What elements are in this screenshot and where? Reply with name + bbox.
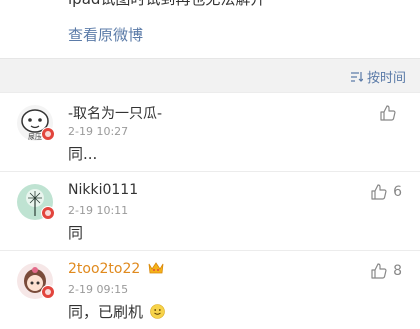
- like-count: 8: [393, 263, 402, 279]
- comment-time: 2-19 10:11: [68, 204, 129, 217]
- comment-item: 2too2to22 2-19 09:15 同，已刷机 8: [0, 250, 420, 329]
- sort-by-time-button[interactable]: 按时间: [350, 67, 406, 86]
- comment-item: Nikki0111 2-19 10:11 同 6: [0, 171, 420, 250]
- comment-time: 2-19 10:27: [68, 125, 129, 138]
- like-button[interactable]: 6: [371, 184, 402, 200]
- comment-username: 2too2to22: [68, 261, 141, 277]
- comment-text-wrap: 同，已刷机: [68, 301, 165, 322]
- comment-sort-bar: 按时间: [0, 58, 420, 93]
- comment-item: 尿压 -取名为一只瓜- 2-19 10:27 同...: [0, 92, 420, 171]
- comment-list: 尿压 -取名为一只瓜- 2-19 10:27 同... Nikki0111 2-…: [0, 92, 420, 329]
- comment-time: 2-19 09:15: [68, 283, 129, 296]
- verified-badge-icon: [41, 206, 55, 220]
- comment-text: 同: [68, 224, 84, 242]
- view-original-weibo-link[interactable]: 查看原微博: [68, 24, 143, 45]
- smile-emoji-icon: [149, 304, 165, 319]
- thumbs-up-icon: [380, 105, 396, 121]
- verified-badge-icon: [41, 285, 55, 299]
- comment-username[interactable]: -取名为一只瓜-: [68, 103, 162, 123]
- vip-crown-icon: [148, 262, 164, 274]
- thumbs-up-icon: [371, 184, 387, 200]
- like-button[interactable]: [380, 105, 402, 121]
- comment-text: 同，已刷机: [68, 303, 144, 321]
- like-button[interactable]: 8: [371, 263, 402, 279]
- sort-icon: [350, 71, 363, 82]
- comment-username[interactable]: Nikki0111: [68, 182, 138, 198]
- verified-badge-icon: [41, 127, 55, 141]
- comment-username-vip[interactable]: 2too2to22: [68, 261, 164, 277]
- comment-text: 同...: [68, 145, 98, 163]
- like-count: 6: [393, 184, 402, 200]
- thumbs-up-icon: [371, 263, 387, 279]
- post-text-cut: ipad试图时试到再也无法解开: [68, 0, 265, 9]
- sort-label: 按时间: [366, 71, 406, 86]
- avatar-text: 尿压: [28, 133, 42, 141]
- post-footer: ipad试图时试到再也无法解开 查看原微博: [0, 0, 420, 58]
